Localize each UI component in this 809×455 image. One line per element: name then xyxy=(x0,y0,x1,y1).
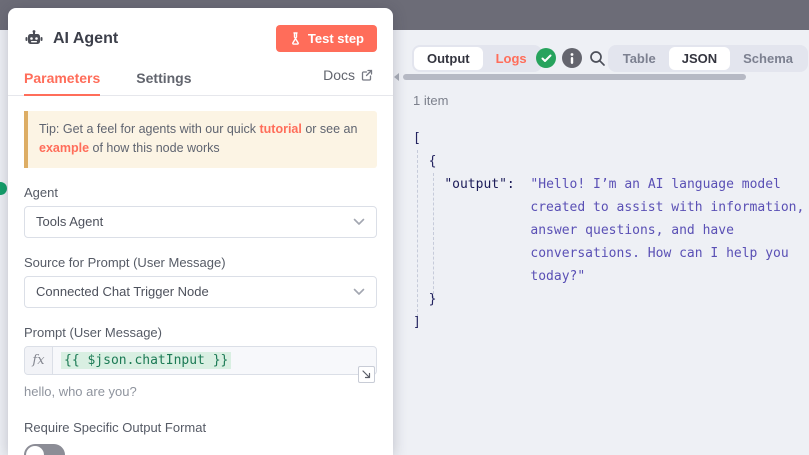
json-line: created to assist with information, xyxy=(413,196,804,219)
docs-link[interactable]: Docs xyxy=(323,67,373,92)
prompt-expression-field[interactable]: fx {{ $json.chatInput }} xyxy=(24,346,377,375)
source-field-label: Source for Prompt (User Message) xyxy=(24,255,377,270)
flask-icon xyxy=(289,32,301,45)
prompt-source-select[interactable]: Connected Chat Trigger Node xyxy=(24,276,377,308)
tip-text-prefix: Tip: Get a feel for agents with our quic… xyxy=(39,122,259,136)
json-line: conversations. How can I help you xyxy=(413,242,804,265)
agent-field-label: Agent xyxy=(24,185,377,200)
success-status-icon xyxy=(536,48,556,68)
tab-output[interactable]: Output xyxy=(414,47,483,70)
horizontal-scrollbar[interactable] xyxy=(403,74,746,80)
tip-text-middle: or see an xyxy=(302,122,358,136)
test-step-label: Test step xyxy=(308,31,364,46)
node-connector-dot xyxy=(0,182,7,195)
json-line: { xyxy=(413,150,804,173)
external-link-icon xyxy=(361,69,373,81)
node-title-wrap: AI Agent xyxy=(24,29,118,49)
output-view-switcher: Table JSON Schema xyxy=(608,45,808,72)
info-icon[interactable] xyxy=(562,48,582,68)
tab-logs[interactable]: Logs xyxy=(483,47,540,70)
fx-badge: fx xyxy=(25,347,53,374)
agent-select-value: Tools Agent xyxy=(36,214,103,229)
json-code: [ { "output": "Hello! I’m an AI language… xyxy=(413,127,804,334)
panel-header: AI Agent Test step xyxy=(8,8,393,58)
json-line: } xyxy=(413,288,804,311)
view-tab-json[interactable]: JSON xyxy=(669,47,730,70)
view-tab-schema[interactable]: Schema xyxy=(730,47,806,70)
toggle-knob xyxy=(26,446,44,455)
prompt-field-label: Prompt (User Message) xyxy=(24,325,377,340)
output-format-toggle[interactable] xyxy=(24,444,65,455)
items-count: 1 item xyxy=(413,93,448,108)
scrollbar-left-arrow[interactable] xyxy=(394,73,399,81)
agent-select[interactable]: Tools Agent xyxy=(24,206,377,238)
chevron-down-icon xyxy=(353,288,365,296)
expression-value: {{ $json.chatInput }} xyxy=(61,352,231,369)
json-line: ] xyxy=(413,311,804,334)
output-format-label: Require Specific Output Format xyxy=(24,420,377,435)
expression-preview: hello, who are you? xyxy=(24,384,377,399)
tip-callout: Tip: Get a feel for agents with our quic… xyxy=(24,111,377,168)
node-settings-panel: AI Agent Test step Parameters Settings D… xyxy=(8,8,393,455)
expand-expression-button[interactable] xyxy=(358,366,375,383)
panel-tabs: Parameters Settings Docs xyxy=(8,58,393,96)
search-icon[interactable] xyxy=(587,48,607,68)
json-line: "output": "Hello! I’m an AI language mod… xyxy=(413,173,804,196)
tab-settings[interactable]: Settings xyxy=(136,64,191,95)
chevron-down-icon xyxy=(353,218,365,226)
json-line: [ xyxy=(413,127,804,150)
tip-text-suffix: of how this node works xyxy=(89,141,220,155)
tutorial-link[interactable]: tutorial xyxy=(259,122,301,136)
expression-input[interactable]: {{ $json.chatInput }} xyxy=(53,347,239,374)
docs-label: Docs xyxy=(323,67,355,83)
test-step-button[interactable]: Test step xyxy=(276,25,377,52)
node-title: AI Agent xyxy=(53,30,118,48)
parameters-form: Tip: Get a feel for agents with our quic… xyxy=(8,111,393,455)
output-logs-switcher: Output Logs xyxy=(412,45,542,72)
json-line: today?" xyxy=(413,265,804,288)
robot-icon xyxy=(24,29,44,49)
tab-parameters[interactable]: Parameters xyxy=(24,64,100,95)
example-link[interactable]: example xyxy=(39,141,89,155)
app-window: AI Agent Test step Parameters Settings D… xyxy=(0,0,809,455)
json-line: answer questions, and have xyxy=(413,219,804,242)
view-tab-table[interactable]: Table xyxy=(610,47,669,70)
prompt-source-select-value: Connected Chat Trigger Node xyxy=(36,284,209,299)
